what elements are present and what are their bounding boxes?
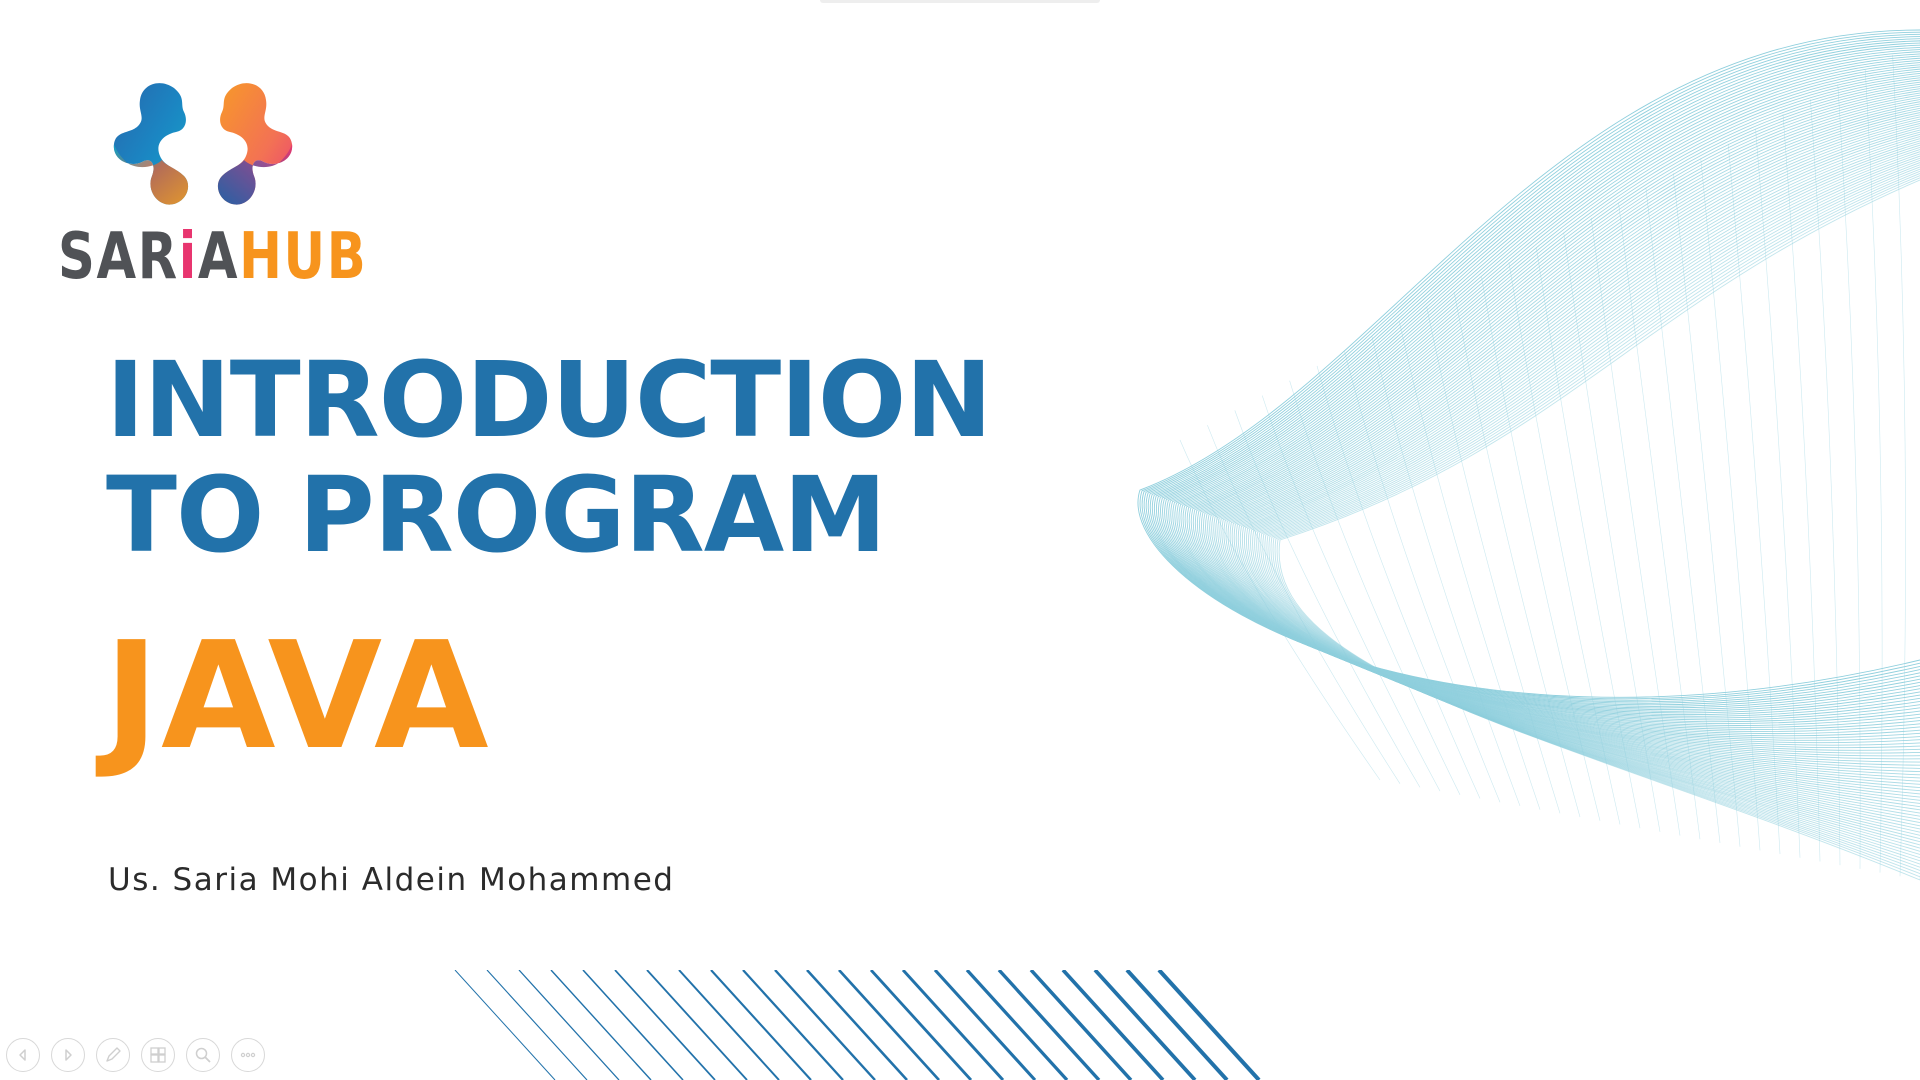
arrow-left-icon [19, 1049, 26, 1061]
stripe-line [965, 970, 1069, 1080]
next-slide-button[interactable] [51, 1038, 85, 1072]
stripe-line [742, 970, 844, 1080]
previous-slide-button[interactable] [6, 1038, 40, 1072]
decorative-stripes-graphic [454, 970, 1261, 1080]
stripe-line [806, 970, 908, 1080]
stripe-line [1093, 970, 1197, 1080]
wave-line [1276, 177, 1920, 878]
stripe-line [710, 970, 812, 1080]
stripe-line [869, 970, 973, 1080]
stripe-line [774, 970, 876, 1080]
stripe-line [933, 970, 1037, 1080]
wave-line [1278, 179, 1920, 881]
magnifier-icon [195, 1047, 211, 1063]
slide-title-line-1: INTRODUCTION [106, 339, 992, 461]
slide-subject: JAVA [104, 610, 491, 782]
stripe-line [614, 970, 716, 1080]
stripe-line [1029, 970, 1133, 1080]
decorative-wave-graphic [1137, 29, 1920, 881]
wordmark-a: A [197, 220, 240, 294]
arrow-right-icon [65, 1049, 72, 1061]
slide-title-line-2: TO PROGRAM [106, 454, 887, 576]
stripe-line [1061, 970, 1165, 1080]
slides-grid-icon [150, 1047, 166, 1063]
see-all-slides-button[interactable] [141, 1038, 175, 1072]
stripe-line [646, 970, 748, 1080]
stripe-line [582, 970, 684, 1080]
wave-mesh-line [1398, 321, 1541, 810]
wordmark-hub: HUB [239, 220, 368, 294]
slide-author: Us. Saria Mohi Aldein Mohammed [108, 862, 675, 898]
stripe-line [901, 970, 1005, 1080]
wave-line [1207, 103, 1920, 769]
wave-line [1205, 101, 1920, 766]
stripe-line [454, 970, 556, 1080]
slideshow-controls [6, 1038, 265, 1074]
stripe-line [550, 970, 652, 1080]
stripe-line [1157, 970, 1261, 1080]
stripe-line [838, 970, 940, 1080]
wave-mesh-line [1864, 69, 1883, 873]
slide-top-tab [820, 0, 1100, 3]
more-options-button[interactable] [231, 1038, 265, 1072]
pen-button[interactable] [96, 1038, 130, 1072]
stripe-line [678, 970, 780, 1080]
stripe-line [997, 970, 1101, 1080]
zoom-button[interactable] [186, 1038, 220, 1072]
stripe-line [518, 970, 620, 1080]
wordmark-i: i [178, 220, 198, 294]
stripe-line [1125, 970, 1229, 1080]
stripe-line [486, 970, 588, 1080]
ellipsis-icon [240, 1052, 256, 1058]
pen-icon [106, 1047, 121, 1062]
sariahub-logo-icon [113, 83, 293, 205]
wave-mesh-line [1316, 365, 1481, 799]
sariahub-wordmark: SARiAHUB [58, 222, 367, 292]
wordmark-sar: SAR [58, 220, 179, 294]
presentation-slide: SARiAHUB INTRODUCTION TO PROGRAM JAVA Us… [0, 0, 1920, 1080]
